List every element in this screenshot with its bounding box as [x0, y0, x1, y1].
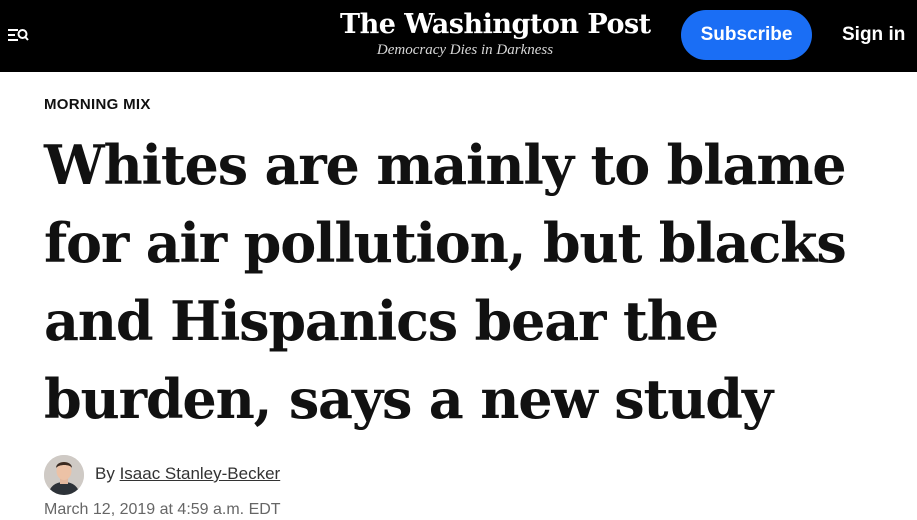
author-avatar[interactable] [44, 455, 84, 495]
author-link[interactable]: Isaac Stanley-Becker [120, 464, 281, 483]
publish-timestamp: March 12, 2019 at 4:59 a.m. EDT [44, 501, 281, 518]
menu-search-icon[interactable] [6, 24, 30, 48]
logo-wordmark: The Washington Post [340, 9, 651, 40]
washington-post-logo[interactable]: The Washington Post Democracy Dies in Da… [340, 8, 651, 58]
section-kicker-link[interactable]: MORNING MIX [44, 95, 151, 115]
byline: By Isaac Stanley-Becker [95, 463, 280, 485]
subscribe-button[interactable]: Subscribe [681, 10, 812, 60]
sign-in-link[interactable]: Sign in [842, 21, 905, 49]
site-header: The Washington Post Democracy Dies in Da… [0, 0, 917, 72]
logo-tagline: Democracy Dies in Darkness [376, 42, 554, 58]
article-headline: Whites are mainly to blame for air pollu… [44, 133, 847, 431]
byline-prefix: By [95, 464, 115, 483]
